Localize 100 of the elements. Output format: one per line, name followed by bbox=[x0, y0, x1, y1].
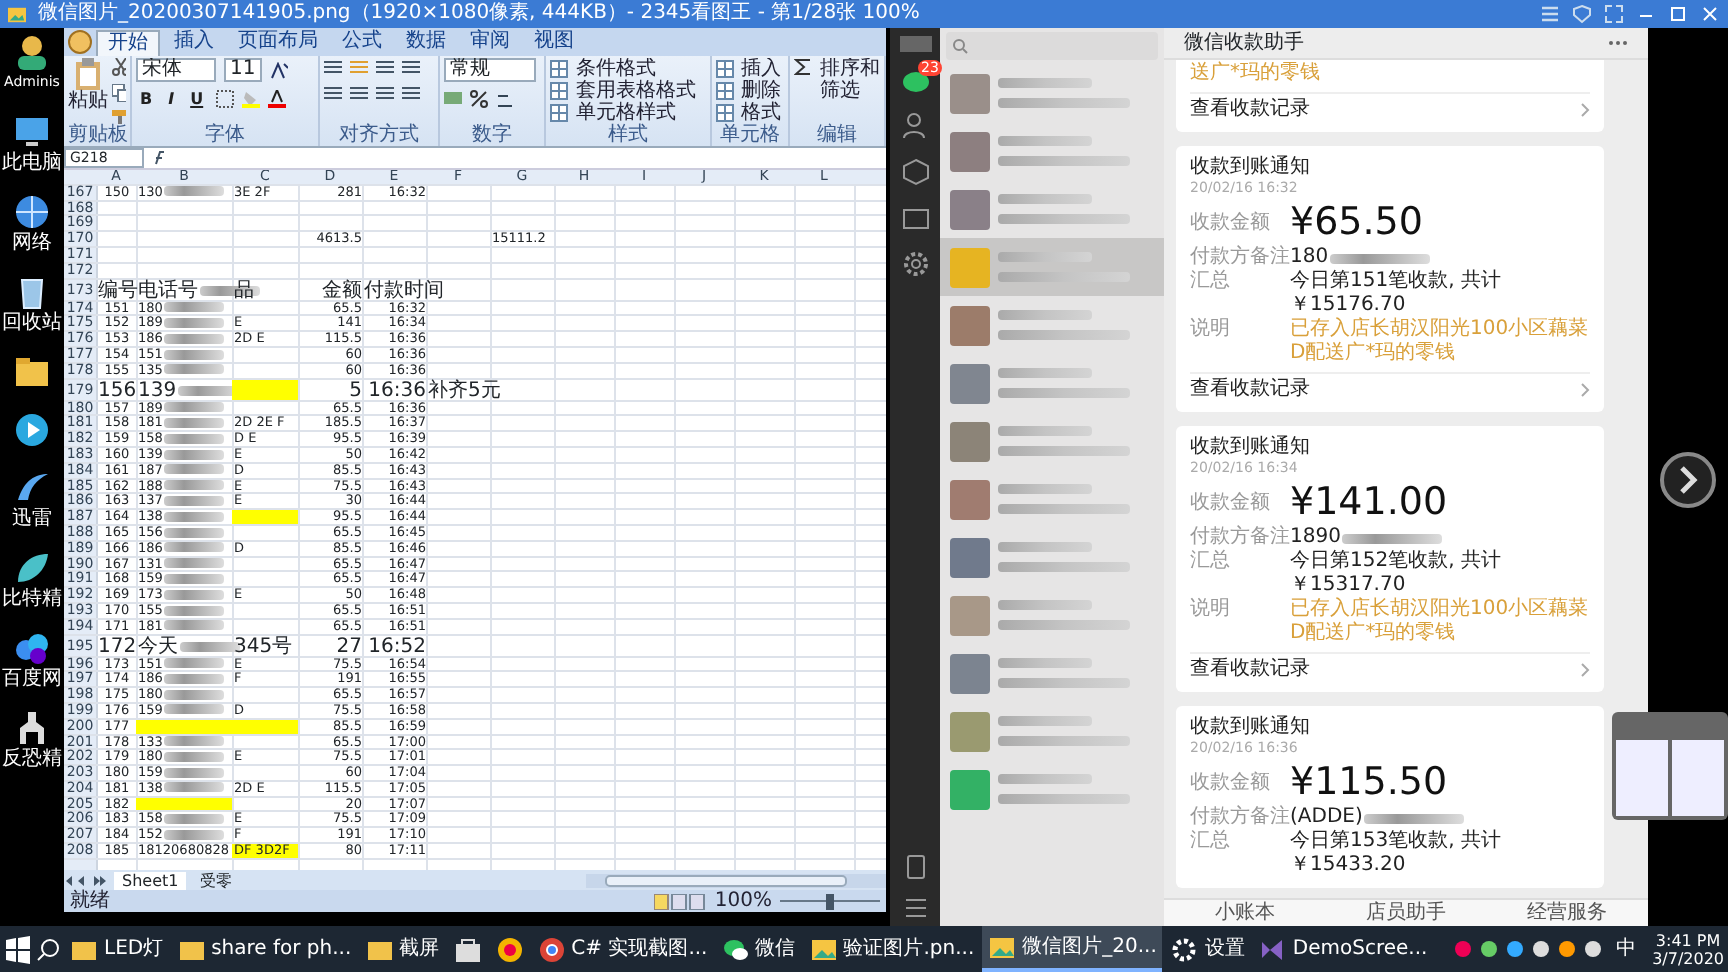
desktop-icon-label[interactable]: 比特精 bbox=[2, 588, 62, 610]
desktop-icon-label[interactable]: 回收站 bbox=[2, 312, 62, 334]
table-style-icon[interactable] bbox=[550, 60, 569, 78]
clock-date[interactable]: 3/7/2020 bbox=[1652, 949, 1724, 967]
view-buttons-icon[interactable] bbox=[654, 893, 707, 909]
bold-button[interactable]: B bbox=[136, 90, 157, 108]
view-records-link[interactable]: 查看收款记录 bbox=[1190, 92, 1590, 122]
ribbon-tab[interactable]: 视图 bbox=[524, 30, 584, 54]
video-app-icon[interactable] bbox=[12, 410, 52, 450]
taskbar-item[interactable]: C# 实现截图... bbox=[531, 926, 714, 972]
cloud-app-icon[interactable] bbox=[12, 628, 52, 668]
view-records-link[interactable]: 查看收款记录 bbox=[1190, 652, 1590, 682]
align-lines-icon[interactable] bbox=[402, 84, 421, 102]
contacts-icon[interactable] bbox=[901, 112, 929, 140]
maximize-icon[interactable] bbox=[1668, 4, 1688, 24]
taskbar-item[interactable]: 微信 bbox=[715, 926, 802, 972]
desktop-icon-label[interactable]: 迅雷 bbox=[12, 508, 52, 530]
clock-time[interactable]: 3:41 PM bbox=[1652, 931, 1724, 949]
cells-icon[interactable] bbox=[715, 82, 734, 100]
search-icon[interactable] bbox=[34, 935, 62, 963]
desktop-icon-label[interactable]: 网络 bbox=[12, 232, 52, 254]
table-style-icon[interactable] bbox=[550, 82, 569, 100]
ribbon-tab[interactable]: 页面布局 bbox=[228, 30, 328, 54]
ribbon-tab[interactable]: 开始 bbox=[96, 29, 160, 55]
font-size-field[interactable]: 11 bbox=[224, 58, 262, 82]
ribbon-command[interactable]: 套用表格格式 bbox=[576, 80, 697, 102]
ribbon-command[interactable]: 单元格样式 bbox=[576, 102, 677, 124]
network-icon[interactable] bbox=[12, 192, 52, 232]
align-lines-icon[interactable] bbox=[324, 84, 343, 102]
avatar-placeholder[interactable] bbox=[899, 36, 931, 52]
ribbon-tab[interactable]: 数据 bbox=[396, 30, 456, 54]
next-image-button[interactable] bbox=[1660, 452, 1716, 508]
sum-icon[interactable] bbox=[793, 58, 812, 76]
fullscreen-icon[interactable] bbox=[1604, 4, 1624, 24]
align-lines-icon[interactable] bbox=[376, 58, 395, 76]
underline-button[interactable]: U bbox=[186, 90, 208, 108]
desktop-icon-label[interactable]: 反恐精 bbox=[2, 748, 62, 770]
folder-icon[interactable] bbox=[12, 352, 52, 392]
slider-thumb[interactable] bbox=[826, 893, 834, 909]
cube-icon[interactable] bbox=[901, 158, 929, 186]
align-lines-icon[interactable] bbox=[350, 84, 369, 102]
ribbon-command[interactable]: 条件格式 bbox=[576, 58, 657, 80]
zoom-slider[interactable] bbox=[780, 893, 880, 909]
bottom-menu-item[interactable]: 店员助手 bbox=[1325, 900, 1487, 926]
bottom-menu-item[interactable]: 经营服务 bbox=[1486, 900, 1649, 926]
user-folder-icon[interactable] bbox=[12, 32, 52, 72]
desktop-icon-label[interactable]: 此电脑 bbox=[2, 152, 62, 174]
menu-icon[interactable] bbox=[903, 898, 927, 918]
link-text[interactable]: 查看收款记录 bbox=[1190, 98, 1310, 122]
link-text[interactable]: 查看收款记录 bbox=[1190, 378, 1310, 402]
more-icon[interactable] bbox=[1608, 40, 1628, 46]
border-icon[interactable] bbox=[215, 90, 234, 108]
taskbar-item[interactable]: 微信图片_20... bbox=[982, 926, 1163, 972]
decimal-icon[interactable] bbox=[496, 90, 515, 108]
taskbar-item[interactable]: 设置 bbox=[1164, 926, 1251, 972]
shield-icon[interactable] bbox=[1572, 4, 1592, 24]
taskbar-item[interactable]: 验证图片.pn... bbox=[803, 926, 981, 972]
fill-color-icon[interactable] bbox=[241, 90, 260, 108]
align-lines-icon[interactable] bbox=[402, 58, 421, 76]
desktop-icon-label[interactable]: 百度网 bbox=[2, 668, 62, 690]
input-method[interactable]: 中 bbox=[1610, 926, 1643, 972]
leaf-app-icon[interactable] bbox=[12, 548, 52, 588]
align-lines-icon[interactable] bbox=[324, 58, 343, 76]
chat-icon[interactable] bbox=[901, 70, 929, 94]
clipboard-icon[interactable] bbox=[74, 58, 102, 90]
taskbar-item[interactable]: 截屏 bbox=[359, 926, 446, 972]
ribbon-tab[interactable]: 审阅 bbox=[460, 30, 520, 54]
italic-button[interactable]: I bbox=[164, 90, 179, 108]
office-button-icon[interactable] bbox=[68, 30, 92, 54]
sheet-tab[interactable]: Sheet1 bbox=[114, 871, 187, 889]
link-text[interactable]: 查看收款记录 bbox=[1190, 658, 1310, 682]
taskbar-item[interactable]: share for ph... bbox=[171, 926, 358, 972]
computer-icon[interactable] bbox=[12, 112, 52, 152]
ribbon-tab[interactable]: 公式 bbox=[332, 30, 392, 54]
bottom-menu-item[interactable]: 小账本 bbox=[1164, 900, 1326, 926]
folder-icon[interactable] bbox=[901, 204, 929, 232]
ribbon-tab[interactable]: 插入 bbox=[164, 30, 224, 54]
percent-icon[interactable] bbox=[470, 90, 489, 108]
function-icon[interactable] bbox=[150, 150, 170, 166]
scissors-icon[interactable] bbox=[112, 58, 126, 76]
font-color-icon[interactable] bbox=[267, 90, 286, 108]
paste-button[interactable]: 粘贴 bbox=[68, 90, 108, 112]
ribbon-command[interactable]: 删除 bbox=[741, 80, 782, 102]
sheet-tab[interactable]: 受零 bbox=[192, 871, 241, 889]
grow-font-icon[interactable] bbox=[269, 61, 288, 79]
close-icon[interactable] bbox=[1700, 4, 1720, 24]
windows-start-icon[interactable] bbox=[4, 935, 32, 963]
number-format-field[interactable]: 常规 bbox=[444, 58, 537, 82]
taskbar-item[interactable]: LED灯 bbox=[64, 926, 170, 972]
taskbar-item[interactable]: DemoScree... bbox=[1252, 926, 1434, 972]
table-style-icon[interactable] bbox=[550, 104, 569, 122]
search-field[interactable] bbox=[946, 32, 1158, 60]
phone-icon[interactable] bbox=[905, 854, 925, 880]
ribbon-command[interactable]: 格式 bbox=[741, 102, 782, 124]
copy-icon[interactable] bbox=[112, 84, 126, 102]
view-records-link[interactable]: 查看收款记录 bbox=[1190, 372, 1590, 402]
thumbnail-preview[interactable] bbox=[1612, 712, 1728, 820]
cells-icon[interactable] bbox=[715, 104, 734, 122]
align-lines-icon[interactable] bbox=[376, 84, 395, 102]
horizontal-scrollbar[interactable] bbox=[586, 873, 886, 887]
